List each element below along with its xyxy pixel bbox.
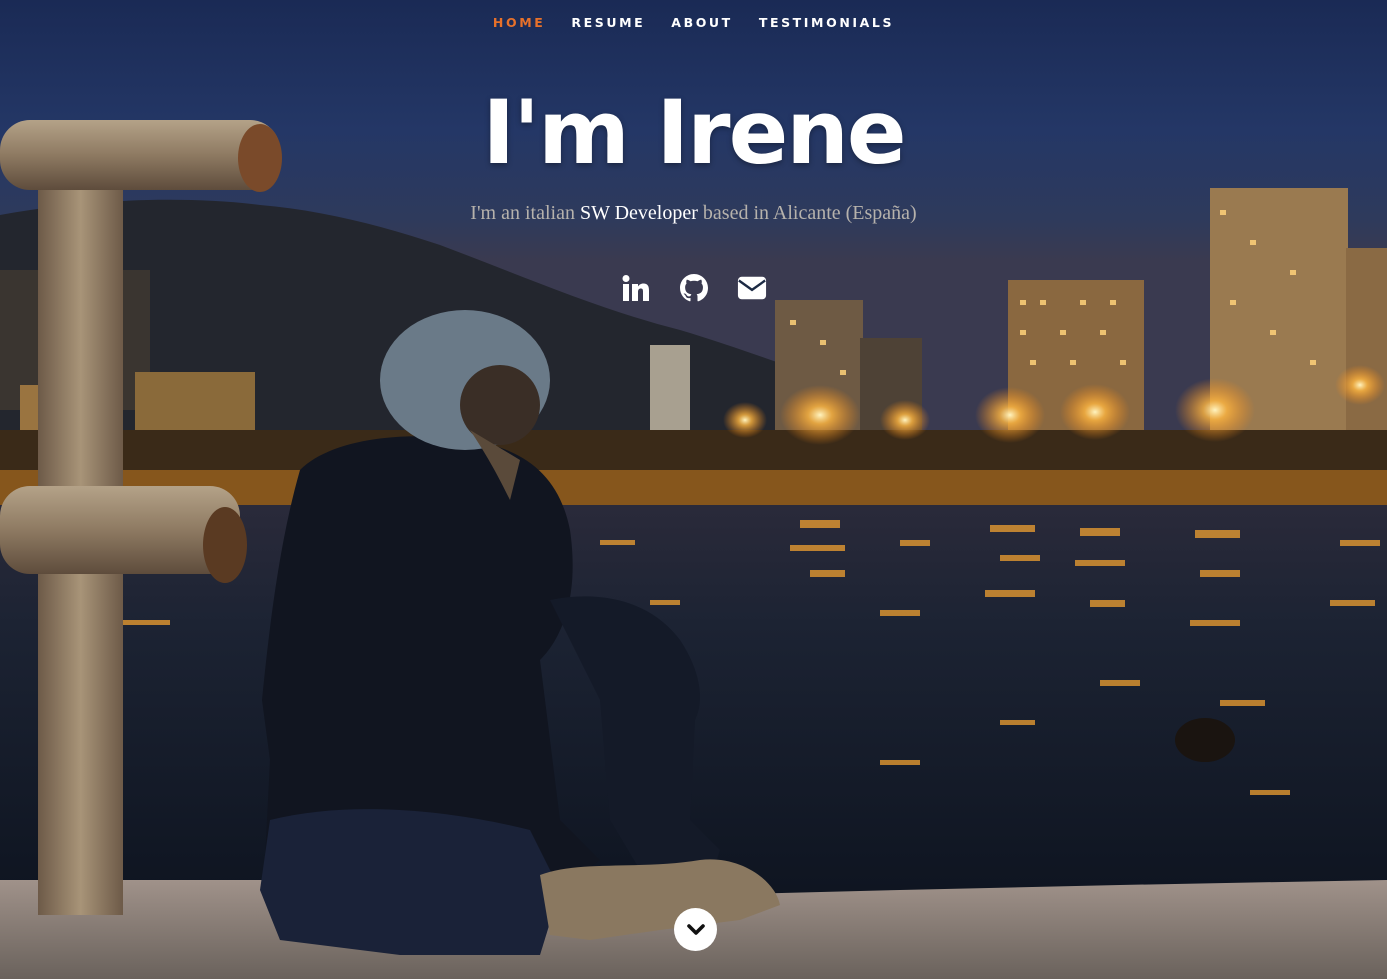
nav-item-testimonials[interactable]: TESTIMONIALS xyxy=(746,15,907,30)
nav-item-home[interactable]: HOME xyxy=(480,15,558,30)
nav-item-resume[interactable]: RESUME xyxy=(558,15,658,30)
chevron-down-icon xyxy=(686,923,705,935)
scroll-down-button[interactable] xyxy=(674,908,717,951)
tagline-role: SW Developer xyxy=(579,202,698,224)
social-links xyxy=(0,272,1387,304)
hero-headline: I'm Irene xyxy=(482,81,906,184)
hero-tagline: I'm an italian SW Developer based in Ali… xyxy=(0,198,1387,228)
github-icon xyxy=(679,274,708,302)
email-link[interactable] xyxy=(737,272,767,304)
github-link[interactable] xyxy=(679,272,709,304)
linkedin-icon xyxy=(622,275,649,301)
hero-section: HOME RESUME ABOUT TESTIMONIALS I'm Irene… xyxy=(0,0,1387,979)
tagline-text-end: based in Alicante (España) xyxy=(697,202,917,224)
linkedin-link[interactable] xyxy=(621,272,651,304)
envelope-icon xyxy=(737,276,766,300)
nav-item-about[interactable]: ABOUT xyxy=(658,15,746,30)
main-nav: HOME RESUME ABOUT TESTIMONIALS xyxy=(0,0,1387,44)
tagline-text-start: I'm an italian xyxy=(470,202,580,224)
